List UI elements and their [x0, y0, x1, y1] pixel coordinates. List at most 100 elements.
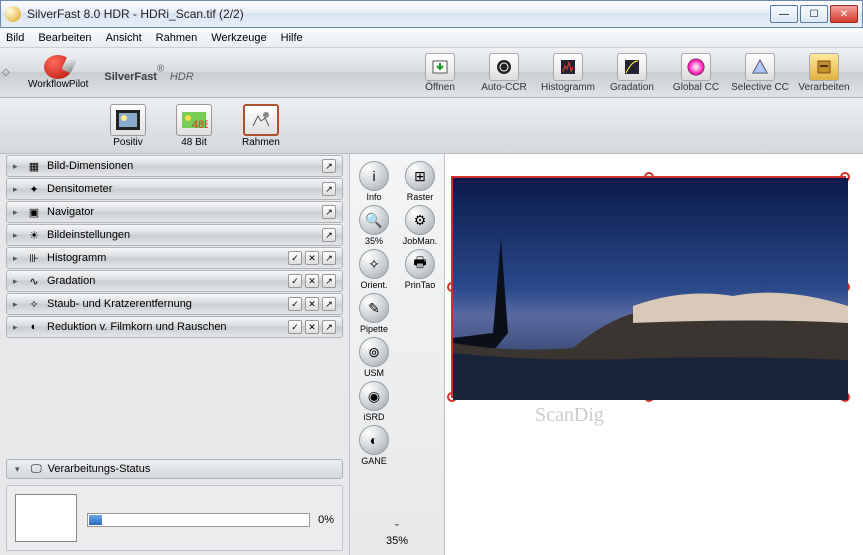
tool-label: GANE — [361, 456, 387, 466]
jobman.-icon: ⚙ — [405, 205, 435, 235]
48bit-icon: 48Bit — [176, 104, 212, 136]
jobman-button[interactable]: ⚙JobMan. — [400, 205, 440, 246]
popout-icon[interactable]: ↗ — [322, 297, 336, 311]
autoccr-button[interactable]: Auto-CCR — [475, 53, 533, 93]
popout-icon[interactable]: ↗ — [322, 251, 336, 265]
isrd-icon: ◉ — [359, 381, 389, 411]
close-button[interactable]: ✕ — [830, 5, 858, 23]
panel-bild-dimensionen[interactable]: ▸▦Bild-Dimensionen↗ — [6, 155, 343, 177]
globalcc-icon — [681, 53, 711, 81]
menu-hilfe[interactable]: Hilfe — [281, 32, 303, 44]
minimize-button[interactable]: — — [770, 5, 798, 23]
menu-bild[interactable]: Bild — [6, 32, 24, 44]
gradation-button[interactable]: Gradation — [603, 53, 661, 93]
positiv-button[interactable]: Positiv — [110, 104, 146, 148]
menu-bar: Bild Bearbeiten Ansicht Rahmen Werkzeuge… — [0, 28, 863, 48]
status-thumbnail — [15, 494, 77, 542]
popout-icon[interactable]: ↗ — [322, 182, 336, 196]
status-header[interactable]: ▾ 🖵 Verarbeitungs-Status — [6, 459, 343, 479]
printao-button[interactable]: 🖶PrinTao — [400, 249, 440, 290]
panel-label: Staub- und Kratzerentfernung — [47, 298, 288, 310]
open-button[interactable]: Öffnen — [411, 53, 469, 93]
isrd-button[interactable]: ◉iSRD — [354, 381, 394, 422]
x-icon[interactable]: ✕ — [305, 251, 319, 265]
panel-histogramm[interactable]: ▸⊪Histogramm✓✕↗ — [6, 247, 343, 269]
window-titlebar: SilverFast 8.0 HDR - HDRi_Scan.tif (2/2)… — [0, 0, 863, 28]
panel-bildeinstellungen[interactable]: ▸☀Bildeinstellungen↗ — [6, 224, 343, 246]
gane-icon: ◐ — [359, 425, 389, 455]
chevron-right-icon: ▸ — [13, 299, 21, 310]
preview-image — [453, 178, 848, 400]
workflowpilot-icon — [44, 55, 72, 79]
48bit-button[interactable]: 48Bit48 Bit — [176, 104, 212, 148]
raster-button[interactable]: ⊞Raster — [400, 161, 440, 202]
x-icon[interactable]: ✕ — [305, 297, 319, 311]
process-icon — [809, 53, 839, 81]
popout-icon[interactable]: ↗ — [322, 274, 336, 288]
check-icon[interactable]: ✓ — [288, 251, 302, 265]
panel-label: Bild-Dimensionen — [47, 160, 322, 172]
globalcc-button[interactable]: Global CC — [667, 53, 725, 93]
histogram-button[interactable]: Histogramm — [539, 53, 597, 93]
preview-pane[interactable]: 2 ScanDig — [445, 154, 863, 555]
popout-icon[interactable]: ↗ — [322, 159, 336, 173]
menu-werkzeuge[interactable]: Werkzeuge — [211, 32, 266, 44]
status-box: 0% — [6, 485, 343, 551]
chevron-right-icon: ▸ — [13, 230, 21, 241]
maximize-button[interactable]: ☐ — [800, 5, 828, 23]
menu-rahmen[interactable]: Rahmen — [156, 32, 198, 44]
usm-button[interactable]: ⊚USM — [354, 337, 394, 378]
workflowpilot-label: WorkflowPilot — [28, 79, 88, 90]
panel-icon: ◐ — [27, 320, 41, 334]
panel-densitometer[interactable]: ▸✦Densitometer↗ — [6, 178, 343, 200]
selectivecc-button[interactable]: Selective CC — [731, 53, 789, 93]
panel-icon: ✧ — [27, 297, 41, 311]
printao-icon: 🖶 — [405, 249, 435, 279]
menu-ansicht[interactable]: Ansicht — [106, 32, 142, 44]
panel-staub-und-kratzerentfernung[interactable]: ▸ ✧ Staub- und Kratzerentfernung✓✕↗ — [6, 293, 343, 315]
tool-label: Pipette — [360, 324, 388, 334]
pipette-icon: ✎ — [359, 293, 389, 323]
main-area: ▸▦Bild-Dimensionen↗▸✦Densitometer↗▸▣Navi… — [0, 98, 863, 555]
menu-bearbeiten[interactable]: Bearbeiten — [38, 32, 91, 44]
svg-text:48Bit: 48Bit — [192, 119, 208, 131]
popout-icon[interactable]: ↗ — [322, 228, 336, 242]
scan-frame[interactable]: 2 — [451, 176, 846, 398]
zoom-footer: ˇ 35% — [382, 519, 412, 551]
panel-label: Bildeinstellungen — [47, 229, 322, 241]
check-icon[interactable]: ✓ — [288, 274, 302, 288]
chevron-right-icon: ▸ — [13, 276, 21, 287]
workflow-pilot-button[interactable]: WorkflowPilot — [18, 53, 98, 92]
x-icon[interactable]: ✕ — [305, 320, 319, 334]
mode-toolbar: Positiv 48Bit48 Bit Rahmen — [0, 98, 350, 154]
pipette-button[interactable]: ✎Pipette — [354, 293, 394, 334]
histogram-icon — [553, 53, 583, 81]
35-button[interactable]: 🔍35% — [354, 205, 394, 246]
panel-reduktion-v-filmkorn-und-rauschen[interactable]: ▸◐Reduktion v. Filmkorn und Rauschen✓✕↗ — [6, 316, 343, 338]
tool-label: JobMan. — [403, 236, 438, 246]
panel-label: Gradation — [47, 275, 288, 287]
check-icon[interactable]: ✓ — [288, 297, 302, 311]
info-button[interactable]: iInfo — [354, 161, 394, 202]
pin-icon[interactable]: ◇ — [2, 67, 10, 78]
panel-navigator[interactable]: ▸▣Navigator↗ — [6, 201, 343, 223]
check-icon[interactable]: ✓ — [288, 320, 302, 334]
window-title: SilverFast 8.0 HDR - HDRi_Scan.tif (2/2) — [27, 7, 768, 21]
popout-icon[interactable]: ↗ — [322, 320, 336, 334]
chevron-right-icon: ▸ — [13, 253, 21, 264]
chevron-down-icon[interactable]: ˇ — [386, 523, 408, 535]
settings-panel: ▸▦Bild-Dimensionen↗▸✦Densitometer↗▸▣Navi… — [0, 154, 350, 555]
usm-icon: ⊚ — [359, 337, 389, 367]
open-icon — [425, 53, 455, 81]
panel-gradation[interactable]: ▸ ∿ Gradation✓✕↗ — [6, 270, 343, 292]
panel-icon: ✦ — [27, 182, 41, 196]
rahmen-button[interactable]: Rahmen — [242, 104, 280, 148]
process-button[interactable]: Verarbeiten — [795, 53, 853, 93]
panel-label: Densitometer — [47, 183, 322, 195]
x-icon[interactable]: ✕ — [305, 274, 319, 288]
popout-icon[interactable]: ↗ — [322, 205, 336, 219]
panel-icon: ∿ — [27, 274, 41, 288]
gane-button[interactable]: ◐GANE — [354, 425, 394, 466]
tool-label: Orient. — [360, 280, 387, 290]
orient-button[interactable]: ✧Orient. — [354, 249, 394, 290]
